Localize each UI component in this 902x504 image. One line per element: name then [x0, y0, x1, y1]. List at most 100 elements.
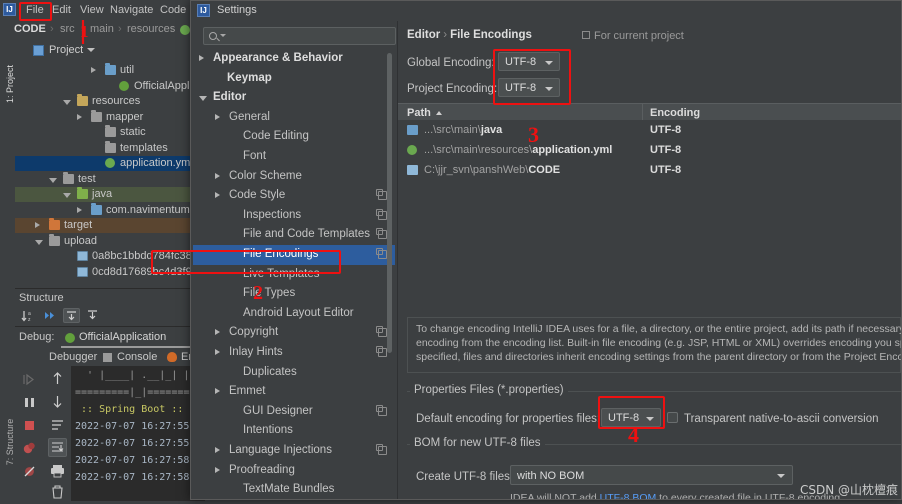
menu-item-code[interactable]: Code [156, 3, 190, 17]
copy-settings-icon[interactable] [378, 446, 387, 455]
chevron-right-icon[interactable] [77, 207, 82, 213]
project-tree-item[interactable]: application.yml [15, 156, 205, 171]
mute-breakpoints-icon[interactable] [20, 462, 39, 481]
table-cell-encoding[interactable]: UTF-8 [650, 144, 681, 156]
scroll-from-source-icon[interactable] [85, 308, 102, 323]
tool-tab-structure[interactable]: 7: Structure [5, 413, 15, 471]
debug-subtab-debugger[interactable]: Debugger [49, 351, 97, 363]
project-tree-item[interactable]: resources [15, 94, 205, 109]
project-tree-item[interactable]: OfficialApplication [15, 79, 205, 94]
breadcrumb-src[interactable]: src [60, 23, 75, 35]
create-utf8-files-combo[interactable]: with NO BOM [510, 465, 793, 485]
copy-settings-icon[interactable] [378, 407, 387, 416]
settings-tree-item-appearance-behavior[interactable]: Appearance & Behavior [193, 49, 395, 69]
settings-tree-item-textmate-bundles[interactable]: TextMate Bundles [193, 480, 395, 499]
scroll-to-end-icon[interactable] [48, 438, 67, 457]
settings-tree-item-color-scheme[interactable]: Color Scheme [193, 167, 395, 187]
chevron-right-icon[interactable] [215, 349, 220, 355]
table-row[interactable]: C:\jjr_svn\panshWeb\CODEUTF-8 [398, 160, 901, 180]
menu-item-navigate[interactable]: Navigate [106, 3, 157, 17]
project-tree-item[interactable]: templates [15, 141, 205, 156]
settings-tree-item-intentions[interactable]: Intentions [193, 421, 395, 441]
settings-tree-item-android-layout-editor[interactable]: Android Layout Editor [193, 304, 395, 324]
menu-item-view[interactable]: View [76, 3, 108, 17]
chevron-right-icon[interactable] [91, 67, 96, 73]
chevron-right-icon[interactable] [215, 329, 220, 335]
project-header[interactable]: Project [15, 41, 205, 61]
copy-settings-icon[interactable] [378, 191, 387, 200]
copy-settings-icon[interactable] [378, 211, 387, 220]
debug-subtab-console[interactable]: Console [117, 351, 157, 363]
settings-tree-item-file-and-code-templates[interactable]: File and Code Templates [193, 225, 395, 245]
breadcrumb-code[interactable]: CODE [14, 23, 46, 35]
table-cell-encoding[interactable]: UTF-8 [650, 124, 681, 136]
expand-all-icon[interactable] [41, 308, 58, 323]
project-tree-item[interactable]: test [15, 172, 205, 187]
tool-tab-project[interactable]: 1: Project [5, 55, 15, 113]
chevron-right-icon[interactable] [77, 114, 82, 120]
settings-tree-item-inspections[interactable]: Inspections [193, 206, 395, 226]
settings-tree-item-inlay-hints[interactable]: Inlay Hints [193, 343, 395, 363]
chevron-down-icon[interactable] [49, 178, 57, 183]
transparent-conversion-checkbox[interactable] [667, 412, 678, 423]
down-arrow-icon[interactable] [48, 392, 67, 411]
table-row[interactable]: ...\src\main\resources\application.ymlUT… [398, 140, 901, 160]
settings-tree-item-font[interactable]: Font [193, 147, 395, 167]
settings-tree-item-language-injections[interactable]: Language Injections [193, 441, 395, 461]
chevron-down-icon[interactable] [199, 96, 207, 101]
settings-tree-item-keymap[interactable]: Keymap [193, 69, 395, 89]
view-breakpoints-icon[interactable] [20, 439, 39, 458]
settings-tree-item-code-style[interactable]: Code Style [193, 186, 395, 206]
pause-program-icon[interactable] [20, 393, 39, 412]
chevron-right-icon[interactable] [215, 173, 220, 179]
soft-wrap-icon[interactable] [48, 415, 67, 434]
settings-tree-item-file-types[interactable]: File Types [193, 284, 395, 304]
copy-settings-icon[interactable] [378, 348, 387, 357]
project-tree-item[interactable]: upload [15, 234, 205, 249]
project-tree-item[interactable]: target [15, 218, 205, 233]
table-row[interactable]: ...\src\main\javaUTF-8 [398, 120, 901, 140]
project-tree-item[interactable]: static [15, 125, 205, 140]
chevron-right-icon[interactable] [215, 467, 220, 473]
menu-item-edit[interactable]: Edit [48, 3, 75, 17]
settings-tree-item-editor[interactable]: Editor [193, 88, 395, 108]
settings-search-field[interactable] [203, 27, 396, 45]
resume-program-icon[interactable] [20, 370, 39, 389]
settings-tree-item-general[interactable]: General [193, 108, 395, 128]
chevron-down-icon[interactable] [63, 100, 71, 105]
chevron-right-icon[interactable] [215, 447, 220, 453]
sort-alphabetically-icon[interactable]: az [19, 308, 36, 323]
settings-tree-item-emmet[interactable]: Emmet [193, 382, 395, 402]
settings-tree-item-duplicates[interactable]: Duplicates [193, 363, 395, 383]
settings-tree-item-code-editing[interactable]: Code Editing [193, 127, 395, 147]
print-icon[interactable] [48, 461, 67, 480]
project-tree-item[interactable]: java [15, 187, 205, 202]
chevron-right-icon[interactable] [215, 192, 220, 198]
column-header-path[interactable]: Path [407, 107, 431, 119]
chevron-right-icon[interactable] [215, 114, 220, 120]
sort-ascending-icon[interactable] [436, 111, 442, 115]
chevron-down-icon[interactable] [87, 48, 95, 52]
copy-settings-icon[interactable] [378, 328, 387, 337]
chevron-right-icon[interactable] [215, 388, 220, 394]
chevron-down-icon[interactable] [63, 193, 71, 198]
project-tree-item[interactable]: mapper [15, 110, 205, 125]
collapse-all-icon[interactable] [63, 308, 80, 323]
debug-session-tab[interactable]: OfficialApplication × [61, 329, 205, 348]
bom-note-link[interactable]: UTF-8 BOM [600, 492, 657, 499]
settings-tree-item-copyright[interactable]: Copyright [193, 323, 395, 343]
settings-category-tree[interactable]: Appearance & BehaviorKeymapEditorGeneral… [193, 49, 395, 499]
settings-tree-scrollbar[interactable] [387, 53, 392, 353]
chevron-right-icon[interactable] [35, 222, 40, 228]
copy-settings-icon[interactable] [378, 230, 387, 239]
table-cell-encoding[interactable]: UTF-8 [650, 164, 681, 176]
column-header-encoding[interactable]: Encoding [650, 107, 700, 119]
column-divider[interactable] [642, 104, 643, 121]
chevron-down-icon[interactable] [220, 34, 226, 37]
up-arrow-icon[interactable] [48, 369, 67, 388]
copy-settings-icon[interactable] [378, 250, 387, 259]
breadcrumb-resources[interactable]: resources [127, 23, 175, 35]
settings-tree-item-gui-designer[interactable]: GUI Designer [193, 402, 395, 422]
console-output[interactable]: ' |____| .__|_| |.=========|_|========= … [71, 366, 205, 501]
project-tree-item[interactable]: util [15, 63, 205, 78]
